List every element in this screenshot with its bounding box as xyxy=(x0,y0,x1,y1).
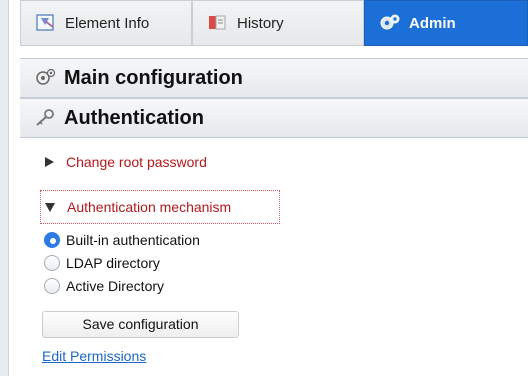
tab-bar: Element Info History Admin xyxy=(20,0,528,46)
key-icon xyxy=(34,108,56,128)
tab-element-info[interactable]: Element Info xyxy=(20,0,192,46)
section-main-configuration[interactable]: Main configuration xyxy=(20,58,528,98)
save-configuration-button[interactable]: Save configuration xyxy=(42,311,239,338)
radio-active-directory[interactable] xyxy=(44,277,60,294)
authentication-mechanism-toggle[interactable]: Authentication mechanism xyxy=(40,190,280,224)
auth-option-ldap[interactable]: LDAP directory xyxy=(44,251,200,274)
change-root-password-label: Change root password xyxy=(66,154,207,170)
tab-history[interactable]: History xyxy=(192,0,364,46)
auth-option-builtin[interactable]: Built-in authentication xyxy=(44,228,200,251)
authentication-title: Authentication xyxy=(64,106,204,129)
triangle-right-icon xyxy=(42,155,56,169)
radio-builtin[interactable] xyxy=(44,231,60,248)
auth-option-label: Active Directory xyxy=(66,277,165,294)
auth-options: Built-in authentication LDAP directory A… xyxy=(44,228,200,297)
triangle-down-icon xyxy=(43,200,57,214)
left-frame-border xyxy=(0,0,9,376)
change-root-password-toggle[interactable]: Change root password xyxy=(42,154,207,170)
tab-admin-label: Admin xyxy=(409,14,456,32)
admin-icon xyxy=(379,13,401,33)
tab-element-info-label: Element Info xyxy=(65,14,150,32)
history-icon xyxy=(207,13,229,33)
authentication-content: Change root password Authentication mech… xyxy=(20,138,528,376)
authentication-mechanism-label: Authentication mechanism xyxy=(67,199,232,215)
tab-history-label: History xyxy=(237,14,284,32)
main-configuration-title: Main configuration xyxy=(64,66,243,89)
auth-option-label: Built-in authentication xyxy=(66,231,200,248)
auth-option-label: LDAP directory xyxy=(66,254,160,271)
gears-icon xyxy=(34,68,56,88)
radio-ldap[interactable] xyxy=(44,254,60,271)
tab-admin[interactable]: Admin xyxy=(364,0,528,46)
section-authentication[interactable]: Authentication xyxy=(20,98,528,138)
edit-permissions-link[interactable]: Edit Permissions xyxy=(42,348,146,364)
element-info-icon xyxy=(35,13,57,33)
auth-option-active-directory[interactable]: Active Directory xyxy=(44,274,200,297)
